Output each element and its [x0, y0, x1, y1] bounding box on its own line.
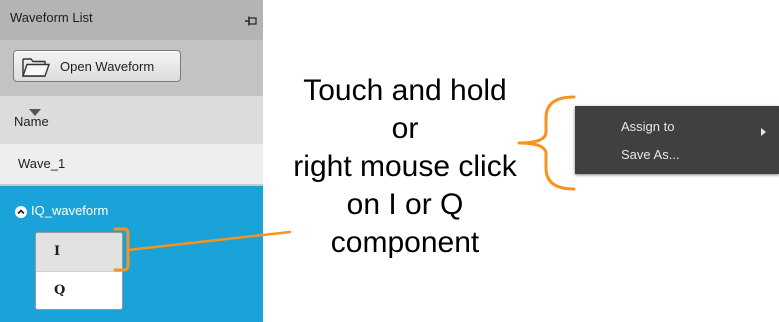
context-menu: Assign to Save As... — [575, 106, 779, 174]
submenu-arrow-icon — [761, 124, 766, 139]
menu-item-label: Save As... — [621, 147, 680, 162]
menu-item-save-as[interactable]: Save As... — [575, 140, 779, 170]
menu-item-assign-to[interactable]: Assign to — [575, 112, 779, 142]
component-bracket — [113, 227, 130, 272]
menu-brace — [517, 95, 576, 191]
menu-item-label: Assign to — [621, 119, 675, 134]
callout-line — [126, 230, 292, 252]
